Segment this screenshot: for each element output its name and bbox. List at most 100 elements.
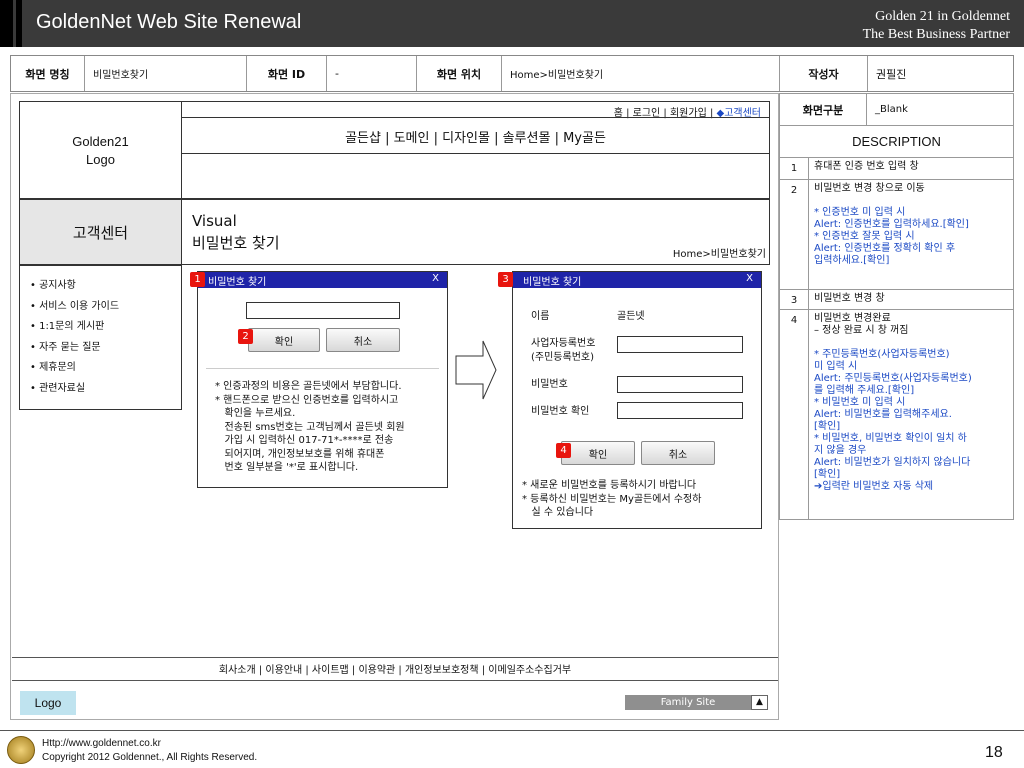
company-url: Http://www.goldennet.co.kr	[42, 738, 161, 749]
description-panel: 화면구분 _Blank DESCRIPTION 1 휴대폰 인증 번호 입력 창 2…	[779, 93, 1014, 528]
description-line	[814, 337, 1009, 349]
screen-info-table: 화면 명칭 비밀번호찾기 화면 ID - 화면 위치 Home>비밀번호찾기 작…	[10, 55, 1014, 92]
header-accent-bar	[0, 0, 13, 47]
close-icon[interactable]: X	[432, 273, 439, 284]
description-line: 비밀번호 변경 창으로 이동	[814, 183, 925, 194]
header-subtitle: Golden 21 in Goldennet The Best Business…	[863, 8, 1010, 44]
page-title: GoldenNet Web Site Renewal	[36, 11, 302, 33]
name-label: 이름	[531, 311, 550, 322]
popup-verify-title: 비밀번호 찾기	[208, 277, 267, 288]
description-row-text: 비밀번호 변경 창으로 이동 * 인증번호 미 입력 시 Alert: 인증번호를…	[808, 179, 1014, 290]
left-nav-item-guide[interactable]: • 서비스 이용 가이드	[30, 297, 181, 318]
verify-note-line: 확인을 누르세요.	[215, 408, 296, 419]
description-line: * 주민등록번호(사업자등록번호)	[814, 349, 950, 360]
verify-confirm-button[interactable]: 확인	[248, 328, 320, 352]
description-rows: 1 휴대폰 인증 번호 입력 창 2 비밀번호 변경 창으로 이동 * 인증번호 미 …	[779, 157, 1014, 520]
screen-location-value: Home>비밀번호찾기	[502, 56, 780, 91]
flow-arrow-icon	[455, 340, 497, 400]
header-accent-bar-thin	[16, 0, 22, 47]
screen-name-value: 비밀번호찾기	[85, 56, 247, 91]
family-site-toggle-button[interactable]: ▲	[751, 695, 768, 710]
verify-note-line: 번호 일부분을 '*'로 표시합니다.	[215, 462, 359, 473]
description-line	[814, 195, 1009, 207]
description-line: 비밀번호 변경완료	[814, 313, 891, 324]
description-line: Alert: 비밀번호가 일치하지 않습니다	[814, 457, 971, 468]
logo-line2: Logo	[86, 152, 115, 167]
change-notes: * 새로운 비밀번호를 등록하시기 바랍니다 * 등록하신 비밀번호는 My골든…	[522, 479, 701, 520]
header-subtitle-line1: Golden 21 in Goldennet	[875, 9, 1010, 24]
left-nav-item-notice[interactable]: • 공지사항	[30, 276, 181, 297]
section-title-box: 고객센터	[19, 199, 182, 265]
popup-verify-code: 비밀번호 찾기 X 확인 취소 2 * 인증과정의 비용은 골든넷에서 부담합니…	[197, 271, 448, 488]
screen-type-label: 화면구분	[779, 93, 867, 126]
family-site-select[interactable]: Family Site	[625, 695, 751, 710]
global-nav-sub-area	[182, 153, 770, 199]
visual-label: Visual	[192, 212, 237, 230]
logo-line1: Golden21	[72, 134, 129, 149]
footer-divider	[12, 657, 778, 658]
verification-code-input[interactable]	[246, 302, 400, 319]
description-line: * 비밀번호, 비밀번호 확인이 일치 하	[814, 433, 967, 444]
change-note-line: 실 수 있습니다	[522, 507, 594, 518]
description-heading: DESCRIPTION	[779, 125, 1014, 158]
description-line: 를 입력해 주세요.[확인]	[814, 385, 915, 396]
biz-number-input[interactable]	[617, 336, 743, 353]
author-value: 권필진	[876, 67, 907, 81]
description-row-number: 3	[779, 289, 809, 310]
left-nav: • 공지사항 • 서비스 이용 가이드 • 1:1문의 게시판 • 자주 묻는 …	[19, 265, 182, 410]
description-line: 미 입력 시	[814, 361, 858, 372]
change-note-line: * 등록하신 비밀번호는 My골든에서 수정하	[522, 493, 702, 505]
copyright: Copyright 2012 Goldennet., All Rights Re…	[42, 752, 258, 763]
slide-footer-divider	[0, 730, 1024, 731]
screen-location-label: 화면 위치	[417, 56, 502, 91]
step-badge-3: 3	[498, 272, 513, 287]
screen-id-label: 화면 ID	[247, 56, 327, 91]
description-line: – 정상 완료 시 창 꺼짐	[814, 325, 909, 336]
verify-note-line: * 핸드폰으로 받으신 인증번호를 입력하시고	[215, 394, 399, 406]
password-confirm-input[interactable]	[617, 402, 743, 419]
visual-area: Visual 비밀번호 찾기 Home>비밀번호찾기	[182, 199, 770, 265]
close-icon[interactable]: X	[746, 273, 753, 284]
description-row: 3 비밀번호 변경 창	[779, 289, 1014, 310]
description-line: 입력하세요.[확인]	[814, 255, 890, 266]
verify-notes: * 인증과정의 비용은 골든넷에서 부담합니다. * 핸드폰으로 받으신 인증번…	[215, 380, 405, 475]
popup-divider	[206, 368, 439, 369]
description-line: Alert: 인증번호를 입력하세요.[확인]	[814, 219, 969, 230]
description-row: 2 비밀번호 변경 창으로 이동 * 인증번호 미 입력 시 Alert: 인증번호…	[779, 179, 1014, 290]
password-input[interactable]	[617, 376, 743, 393]
description-line: Alert: 인증번호를 정확히 확인 후	[814, 243, 956, 254]
page-number: 18	[985, 744, 1003, 761]
top-utility-nav[interactable]: 홈 | 로그인 | 회원가입 | ◆고객센터	[182, 101, 770, 119]
verify-note-line: * 인증과정의 비용은 골든넷에서 부담합니다.	[215, 381, 402, 392]
left-nav-item-archive[interactable]: • 관련자료실	[30, 379, 181, 400]
description-row-number: 1	[779, 157, 809, 180]
left-nav-item-partnership[interactable]: • 제휴문의	[30, 358, 181, 379]
change-cancel-button[interactable]: 취소	[641, 441, 715, 465]
name-value: 골든넷	[617, 311, 645, 322]
description-table: 화면구분 _Blank DESCRIPTION	[779, 93, 1014, 158]
description-line: 비밀번호 변경 창	[814, 293, 885, 304]
site-logo-placeholder[interactable]: Golden21 Logo	[19, 101, 182, 199]
description-row: 4 비밀번호 변경완료 – 정상 완료 시 창 꺼짐 * 주민등록번호(사업자등록번…	[779, 309, 1014, 520]
company-seal-icon	[7, 736, 35, 764]
password-label: 비밀번호	[531, 379, 568, 390]
description-line: [확인]	[814, 469, 841, 480]
footer-nav[interactable]: 회사소개 | 이용안내 | 사이트맵 | 이용약관 | 개인정보보호정책 | 이…	[12, 661, 778, 676]
change-confirm-button[interactable]: 확인	[561, 441, 635, 465]
description-row-text: 비밀번호 변경완료 – 정상 완료 시 창 꺼짐 * 주민등록번호(사업자등록번호…	[808, 309, 1014, 520]
left-nav-item-faq[interactable]: • 자주 묻는 질문	[30, 338, 181, 359]
description-row: 1 휴대폰 인증 번호 입력 창	[779, 157, 1014, 180]
description-line: * 비밀번호 미 입력 시	[814, 397, 906, 408]
author-label: 작성자	[780, 56, 868, 91]
verify-note-line: 전송된 sms번호는 고객님께서 골든넷 회원	[215, 421, 405, 433]
popup-verify-title-bar: 비밀번호 찾기 X	[198, 272, 447, 288]
step-badge-4: 4	[556, 443, 571, 458]
global-nav[interactable]: 골든샵 | 도메인 | 디자인몰 | 솔루션몰 | My골든	[182, 117, 770, 154]
footer-logo: Logo	[20, 691, 76, 715]
verify-cancel-button[interactable]: 취소	[326, 328, 400, 352]
description-row-number: 2	[779, 179, 809, 290]
screen-name-label: 화면 명칭	[11, 56, 85, 91]
step-badge-1: 1	[190, 272, 205, 287]
left-nav-item-inquiry[interactable]: • 1:1문의 게시판	[30, 317, 181, 338]
description-line: * 인증번호 미 입력 시	[814, 207, 906, 218]
